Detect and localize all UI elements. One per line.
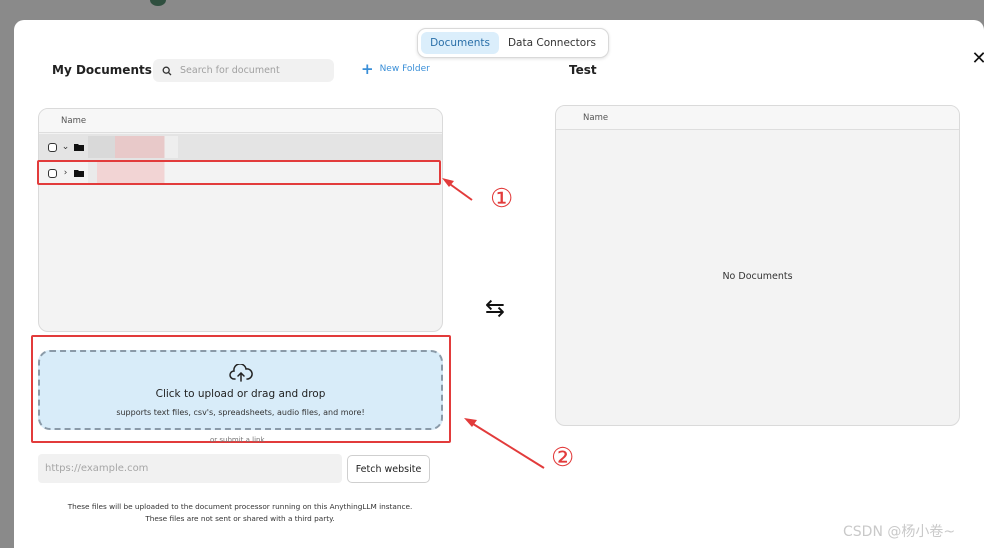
search-input[interactable]	[180, 65, 320, 76]
new-folder-label: New Folder	[379, 64, 430, 74]
fetch-website-button[interactable]: Fetch website	[347, 455, 430, 483]
redacted-folder-name	[88, 162, 178, 184]
tab-data-connectors[interactable]: Data Connectors	[499, 32, 605, 54]
document-manager-modal: Documents Data Connectors ✕ My Documents…	[14, 20, 984, 548]
close-icon[interactable]: ✕	[969, 49, 984, 69]
annotation-marker-2: ②	[551, 443, 575, 473]
tab-documents[interactable]: Documents	[421, 32, 499, 54]
website-url-input[interactable]	[38, 454, 342, 483]
folder-row[interactable]: ⌄	[39, 134, 442, 160]
upload-note-line-2: These files are not sent or shared with …	[145, 514, 335, 523]
annotation-arrow-2	[464, 418, 545, 469]
table-header-name: Name	[556, 106, 959, 130]
or-submit-link-text: or submit a link	[210, 436, 265, 444]
chevron-right-icon[interactable]: ›	[61, 168, 70, 178]
swap-arrows-icon[interactable]: ⇆	[485, 294, 505, 322]
workspace-title: Test	[569, 63, 597, 77]
watermark-text: CSDN @杨小卷~	[843, 524, 956, 540]
search-bar[interactable]	[153, 59, 334, 82]
new-folder-button[interactable]: + New Folder	[361, 60, 430, 78]
annotation-marker-1: ①	[490, 184, 514, 214]
upload-subtitle: supports text files, csv's, spreadsheets…	[116, 407, 365, 417]
upload-dropzone[interactable]: Click to upload or drag and drop support…	[38, 350, 443, 430]
row-checkbox[interactable]	[48, 142, 57, 152]
folder-icon	[74, 170, 84, 177]
tab-bar: Documents Data Connectors	[417, 28, 609, 58]
folder-row[interactable]: ›	[39, 160, 442, 186]
plus-icon: +	[361, 60, 374, 78]
upload-title: Click to upload or drag and drop	[155, 387, 326, 400]
annotation-arrow-1	[442, 178, 473, 201]
table-header-name: Name	[39, 109, 442, 133]
chevron-down-icon[interactable]: ⌄	[61, 142, 70, 152]
my-documents-title: My Documents	[52, 63, 152, 77]
search-icon	[162, 66, 172, 75]
folder-icon	[74, 144, 84, 151]
redacted-folder-name	[88, 136, 178, 158]
cloud-upload-icon	[228, 363, 253, 382]
row-checkbox[interactable]	[48, 168, 57, 178]
my-documents-panel: Name ⌄ ›	[38, 108, 443, 332]
background-dot	[150, 0, 166, 6]
workspace-documents-panel: Name No Documents	[555, 105, 960, 426]
empty-state-text: No Documents	[722, 271, 793, 282]
upload-note-line-1: These files will be uploaded to the docu…	[67, 502, 413, 511]
